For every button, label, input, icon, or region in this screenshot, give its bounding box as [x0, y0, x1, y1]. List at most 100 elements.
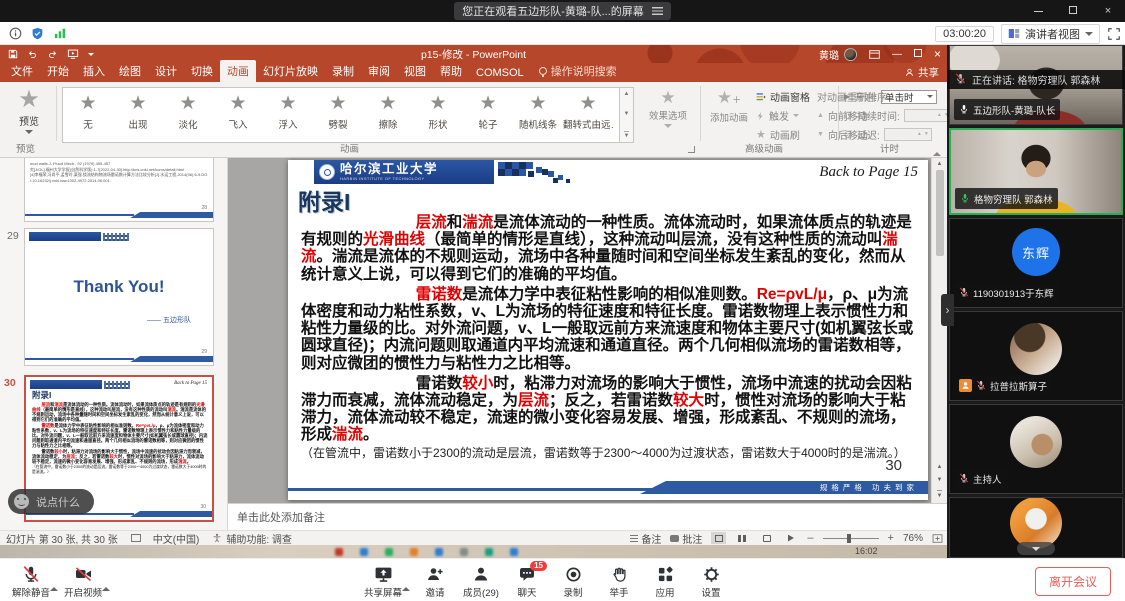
redo-icon[interactable] — [47, 49, 58, 59]
animation-pane-button[interactable]: 动画窗格 — [756, 89, 810, 104]
participant-tile-4[interactable]: 拉普拉斯算子 — [949, 311, 1123, 401]
ribbon-tab-开始[interactable]: 开始 — [40, 60, 76, 82]
collapse-ribbon-button[interactable] — [933, 135, 941, 153]
ribbon-tab-绘图[interactable]: 绘图 — [112, 60, 148, 82]
qat-more-icon[interactable] — [88, 53, 94, 56]
effect-options-button[interactable]: ★ 效果选项 — [644, 88, 692, 128]
ribbon-tab-动画[interactable]: 动画 — [220, 60, 256, 82]
participant-tile-6[interactable] — [949, 497, 1123, 558]
security-shield-icon[interactable] — [31, 27, 44, 40]
ribbon-tab-COMSOL[interactable]: COMSOL — [469, 64, 531, 82]
quick-reaction-bubble[interactable]: 说点什么 — [8, 489, 94, 514]
close-button[interactable]: × — [1101, 5, 1115, 17]
move-earlier-button[interactable]: ▲向前移动 — [817, 108, 868, 123]
ppt-close-button[interactable]: × — [934, 47, 941, 61]
zoom-percent[interactable]: 76% — [903, 533, 923, 544]
animation-gallery-item[interactable]: ★形状 — [413, 88, 463, 142]
toolbar-mic-muted-button[interactable]: 解除静音 — [8, 562, 54, 599]
ribbon-tab-帮助[interactable]: 帮助 — [433, 60, 469, 82]
save-icon[interactable] — [8, 49, 18, 59]
back-to-page-link[interactable]: Back to Page 15 — [819, 164, 918, 181]
editor-vertical-scrollbar[interactable]: ▲ ▲▼▼ — [931, 158, 947, 503]
scrollbar-thumb[interactable] — [936, 170, 944, 256]
slide-canvas[interactable]: 哈尔滨工业大学 HARBIN INSTITUTE OF TECHNOLOGY B… — [288, 160, 928, 500]
ribbon-tab-视图[interactable]: 视图 — [397, 60, 433, 82]
ribbon-tab-审阅[interactable]: 审阅 — [361, 60, 397, 82]
ribbon-tab-设计[interactable]: 设计 — [148, 60, 184, 82]
gallery-scroll-arrows[interactable]: ▲▼▼ — [620, 87, 634, 143]
trigger-button[interactable]: 触发 — [756, 108, 799, 123]
ppt-share-button[interactable]: 共享 — [905, 65, 939, 80]
animation-gallery-item[interactable]: ★出现 — [113, 88, 163, 142]
animation-gallery-item[interactable]: ★随机线条 — [513, 88, 563, 142]
ribbon-tab-切换[interactable]: 切换 — [184, 60, 220, 82]
delay-spinner[interactable]: ▲▼ — [884, 128, 932, 141]
ribbon-tab-插入[interactable]: 插入 — [76, 60, 112, 82]
ribbon-display-options-icon[interactable] — [869, 50, 880, 59]
animation-gallery-item[interactable]: ★飞入 — [213, 88, 263, 142]
notes-toggle[interactable]: 备注 — [630, 531, 661, 546]
move-later-button[interactable]: ▼向后移动 — [817, 127, 868, 142]
participant-tile-5[interactable]: 主持人 — [949, 404, 1123, 494]
expand-videos-button[interactable] — [1017, 542, 1055, 555]
accessibility-status[interactable]: 辅助功能: 调查 — [226, 531, 292, 546]
animation-gallery-item[interactable]: ★浮入 — [263, 88, 313, 142]
view-mode-dropdown[interactable]: 演讲者视图 — [1001, 24, 1100, 44]
preview-button[interactable]: ★ 预览 — [8, 88, 50, 134]
animation-gallery-item[interactable]: ★轮子 — [463, 88, 513, 142]
toolbar-invite-button[interactable]: 邀请 — [412, 562, 458, 599]
zoom-out-button[interactable]: – — [807, 532, 813, 544]
fit-to-window-icon[interactable] — [932, 533, 943, 544]
slide-29-thumbnail[interactable]: Thank You! —— 五边形队 29 — [24, 228, 214, 366]
tell-me-search[interactable]: 操作说明搜索 — [531, 60, 625, 82]
dialog-launcher-icon[interactable] — [688, 146, 695, 153]
toolbar-settings-button[interactable]: 设置 — [688, 562, 734, 599]
slide-sorter-view-button[interactable] — [735, 532, 750, 544]
ppt-minimize-button[interactable]: — — [892, 49, 902, 60]
fullscreen-icon[interactable] — [1107, 27, 1121, 41]
animation-gallery-item[interactable]: ★翻转式由远… — [563, 88, 613, 142]
reading-view-button[interactable] — [759, 532, 774, 544]
network-signal-icon[interactable] — [53, 27, 67, 39]
zoom-slider[interactable] — [823, 538, 879, 539]
toolbar-apps-button[interactable]: 应用 — [642, 562, 688, 599]
language-status[interactable]: 中文(中国) — [153, 531, 200, 546]
toolbar-cam-muted-button[interactable]: 开启视频 — [60, 562, 106, 599]
participant-tile-3[interactable]: 东辉1190301913于东辉 — [949, 218, 1123, 308]
info-icon[interactable] — [9, 27, 22, 40]
animation-gallery-item[interactable]: ★无 — [63, 88, 113, 142]
minimize-button[interactable] — [1031, 5, 1045, 17]
animation-gallery-item[interactable]: ★淡化 — [163, 88, 213, 142]
animation-gallery-item[interactable]: ★劈裂 — [313, 88, 363, 142]
comments-toggle[interactable]: 批注 — [670, 531, 702, 546]
zoom-in-button[interactable]: + — [888, 532, 894, 544]
ribbon-tab-录制[interactable]: 录制 — [325, 60, 361, 82]
toolbar-members-button[interactable]: 成员(29) — [458, 562, 504, 599]
animation-gallery-item[interactable]: ★擦除 — [363, 88, 413, 142]
add-animation-button[interactable]: ★＋ 添加动画 — [706, 88, 752, 124]
watching-pill[interactable]: 您正在观看五边形队-黄璐-队...的屏幕 — [454, 2, 671, 20]
toolbar-chat-button[interactable]: 15聊天 — [504, 562, 550, 599]
account-chip[interactable]: 黄璐 — [819, 47, 857, 62]
leave-meeting-button[interactable]: 离开会议 — [1035, 567, 1111, 596]
slide-28-thumbnail[interactable]: mod walls.J. Fluud Mech., 92 (1979) 455-… — [24, 158, 214, 222]
restore-button[interactable] — [1066, 5, 1080, 17]
toolbar-record-button[interactable]: 录制 — [550, 562, 596, 599]
duration-spinner[interactable]: ▲▼ — [904, 109, 952, 122]
animation-painter-button[interactable]: ★ 动画刷 — [756, 127, 800, 142]
hamburger-icon[interactable] — [652, 7, 663, 15]
zoom-slider-thumb[interactable] — [847, 534, 851, 543]
ppt-restore-button[interactable] — [914, 49, 922, 60]
slideshow-view-button[interactable] — [783, 532, 798, 544]
ribbon-tab-幻灯片放映[interactable]: 幻灯片放映 — [256, 60, 325, 82]
start-dropdown[interactable]: 单击时 — [881, 90, 937, 104]
toolbar-screen-share-button[interactable]: 共享屏幕 — [360, 562, 406, 599]
ribbon-tab-文件[interactable]: 文件 — [4, 60, 40, 82]
sidebar-collapse-handle[interactable]: › — [941, 294, 954, 326]
slideshow-icon[interactable] — [67, 49, 79, 59]
participant-tile-2[interactable]: 格物穷理队 郭森林 — [949, 128, 1123, 215]
normal-view-button[interactable] — [711, 532, 726, 544]
notes-pane[interactable]: 单击此处添加备注 — [228, 503, 947, 530]
toolbar-raise-hand-button[interactable]: 举手 — [596, 562, 642, 599]
display-settings-icon[interactable] — [131, 534, 141, 542]
